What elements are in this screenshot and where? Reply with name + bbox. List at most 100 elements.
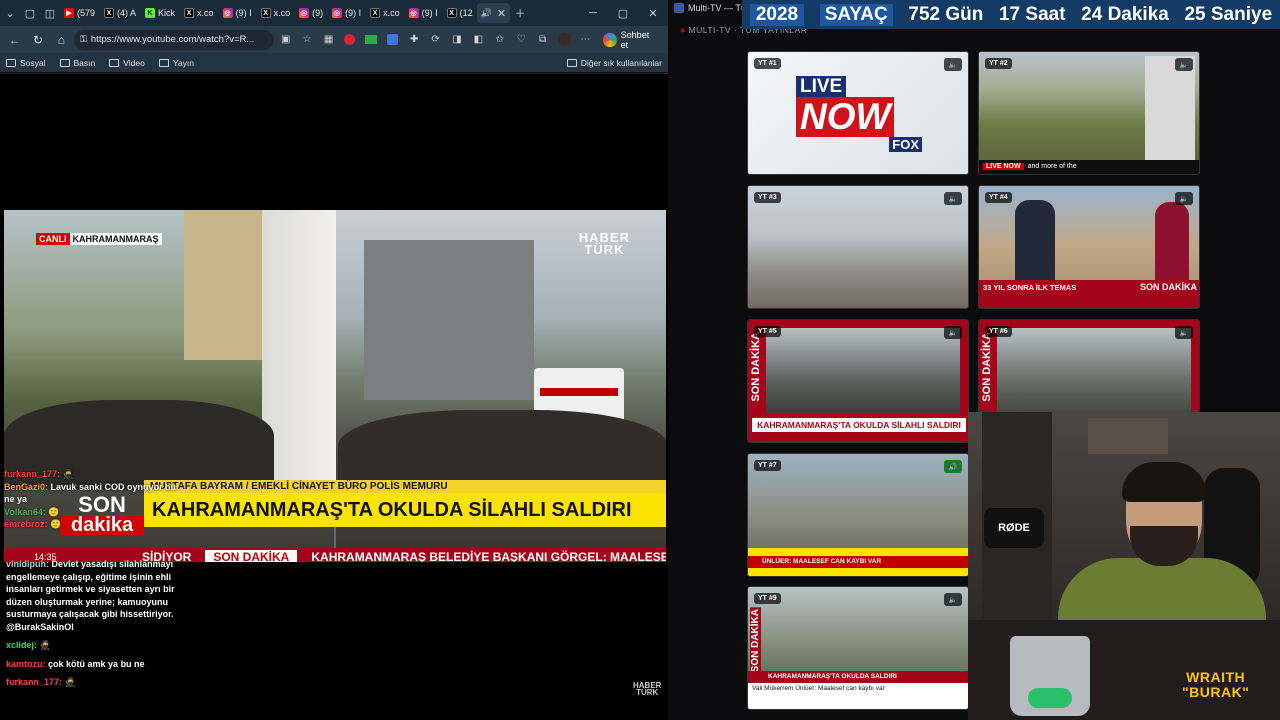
chat-message: xclidej: 🥷 [6,640,51,650]
browser-tab[interactable]: K Kick [141,3,179,23]
site-info-icon[interactable]: ⚿ [80,34,87,45]
maximize-icon[interactable]: ▢ [608,7,638,20]
news-lower-third: LIVE NOW and more of the [979,160,1199,174]
chat-message: furkann_177: 🥷 [4,469,74,479]
browser-tab[interactable]: ◎ (9) [295,3,327,23]
translate-extension-icon[interactable] [383,30,402,50]
reload-icon[interactable]: ↻ [27,29,48,51]
copilot-chat-button[interactable]: Sohbet et [597,30,664,50]
favorite-star-icon[interactable]: ☆ [297,30,316,50]
glass-jar [1010,636,1090,716]
chat-overlay: furkann_177: 🥷 BenGazi0: Lavuk sanki COD… [4,468,182,531]
browser-tab[interactable]: Xx.co [366,3,404,23]
reader-view-icon[interactable]: ▣ [276,30,295,50]
chat-list: vinidipuh: Devlet yasadışı silahlanmayı … [6,558,184,695]
window-controls: ─ ▢ ✕ [578,7,668,20]
extension-icon[interactable]: ▦ [319,30,338,50]
cam-background-shelf [1088,418,1168,454]
bookmarks-bar: Sosyal Basın Video Yayın Diğer sık kulla… [0,53,668,73]
counter-days: 752 Gün [908,3,984,25]
browser-tab[interactable]: Xx.co [257,3,295,23]
browser-tab[interactable]: Xx.co [180,3,218,23]
back-icon[interactable]: ← [4,29,25,51]
counter-label: SAYAÇ [819,3,893,26]
tab-label: (9) [312,8,324,18]
speaker-icon[interactable]: 🔈 [1175,326,1193,339]
browser-tab[interactable]: ◎ (9) I [405,3,442,23]
tab-label: (4) A [117,8,137,18]
instagram-icon: ◎ [332,8,343,18]
webcam-feed: RØDE WRAITH "BURAK" [968,412,1280,720]
folder-icon [109,58,120,67]
more-menu-icon[interactable]: ⋯ [576,30,595,50]
tab-label: x.co [383,8,400,18]
speaker-icon[interactable]: 🔈 [944,326,962,339]
tab-audio-icon[interactable]: 🔊 ✕ [476,3,511,23]
bookmark-folder-sosyal[interactable]: Sosyal [6,58,46,68]
speaker-icon[interactable]: 🔈 [944,58,962,71]
tile-label: YT #7 [754,460,781,471]
tab-actions-icon[interactable]: ◫ [40,0,60,26]
rode-microphone: RØDE [984,508,1044,548]
tab-label: (9) I [345,8,362,18]
speaker-icon[interactable]: 🔈 [1175,192,1193,205]
tile-label: YT #5 [754,326,781,337]
news-lower-third: 33 YIL SONRA İLK TEMAS SON DAKİKA [979,280,1199,308]
tile-video [766,328,960,414]
speaker-active-icon[interactable]: 🔊 [944,460,962,473]
close-tab-icon[interactable]: ✕ [497,7,506,20]
counter-hours: 17 Saat [998,3,1066,25]
browser-tab[interactable]: ◎ (9) I [219,3,256,23]
news-lower-third: ÜNLÜER: MAALESEF CAN KAYBI VAR [748,548,968,576]
tab-label: (9) I [421,8,438,18]
browser-tab[interactable]: ▶ (579 [60,3,99,23]
tab-extension-icon[interactable]: ◨ [447,30,466,50]
bookmark-folder-video[interactable]: Video [109,58,145,68]
tv-tile-1[interactable]: YT #1 🔈 LIVE NOW FOX [747,51,969,175]
kick-icon: K [145,8,156,18]
address-bar-row: ← ↻ ⌂ ⚿ https://www.youtube.com/watch?v=… [0,26,668,53]
app-icon [674,3,684,13]
home-icon[interactable]: ⌂ [51,29,72,51]
browser-tab[interactable]: X (4) A [100,3,140,23]
stream-canvas: Multi-TV — Tüm ● MULTI-TV · TÜM YAYINLAR… [670,0,1280,720]
tv-tile-9[interactable]: YT #9 🔈 SON DAKİKA KAHRAMANMARAŞ'TA OKUL… [747,586,969,710]
profile-avatar[interactable] [554,30,573,50]
other-bookmarks-folder[interactable]: Diğer sık kullanılanlar [566,58,662,68]
puzzle-extension-icon[interactable]: ✚ [404,30,423,50]
favorites-icon[interactable]: ✩ [490,30,509,50]
close-window-icon[interactable]: ✕ [638,7,668,20]
speaker-icon[interactable]: 🔈 [944,593,962,606]
wraith-burak-logo: WRAITH "BURAK" [1182,669,1250,700]
url-field[interactable]: ⚿ https://www.youtube.com/watch?v=R... [74,29,275,50]
tile-headline: KAHRAMANMARAŞ'TA OKULDA SİLAHLI SALDIRI [752,418,966,432]
browser-tab[interactable]: X (12 [443,3,477,23]
collections-icon[interactable]: ⧉ [533,30,552,50]
x-logo-icon: X [184,8,195,18]
tv-tile-4[interactable]: YT #4 🔈 33 YIL SONRA İLK TEMAS SON DAKİK… [978,185,1200,309]
green-extension-icon[interactable] [362,30,381,50]
browser-essentials-icon[interactable]: ♡ [512,30,531,50]
tv-tile-3[interactable]: YT #3 🔈 [747,185,969,309]
tv-tile-7[interactable]: YT #7 🔊 ÜNLÜER: MAALESEF CAN KAYBI VAR [747,453,969,577]
bookmark-folder-basin[interactable]: Basın [59,58,95,68]
minimize-icon[interactable]: ─ [578,7,608,20]
workspaces-icon[interactable]: ▢ [20,0,40,26]
chat-message: furkann_177: 🥷 [6,677,76,687]
bookmark-folder-yayin[interactable]: Yayın [158,58,194,68]
speaker-icon[interactable]: 🔈 [944,192,962,205]
record-extension-icon[interactable] [340,30,359,50]
tab-label: (9) I [235,8,252,18]
new-tab-button[interactable]: ＋ [510,0,530,26]
news-lower-third: KAHRAMANMARAŞ'TA OKULDA SALDIRI Vali Mük… [748,671,968,709]
tv-tile-5[interactable]: YT #5 🔈 SON DAKİKA KAHRAMANMARAŞ'TA OKUL… [747,319,969,443]
speaker-icon[interactable]: 🔈 [1175,58,1193,71]
tile-video [997,328,1191,412]
tv-tile-2[interactable]: YT #2 🔈 LIVE NOW and more of the [978,51,1200,175]
tab-menu-button[interactable]: ⌄ [0,0,20,26]
split-screen-icon[interactable]: ◧ [469,30,488,50]
tv-tile-6[interactable]: YT #6 🔈 SON DAKİKA [978,319,1200,413]
browser-tab[interactable]: ◎ (9) I [328,3,365,23]
refresh-extension-icon[interactable]: ⟳ [426,30,445,50]
tile-label: YT #9 [754,593,781,604]
